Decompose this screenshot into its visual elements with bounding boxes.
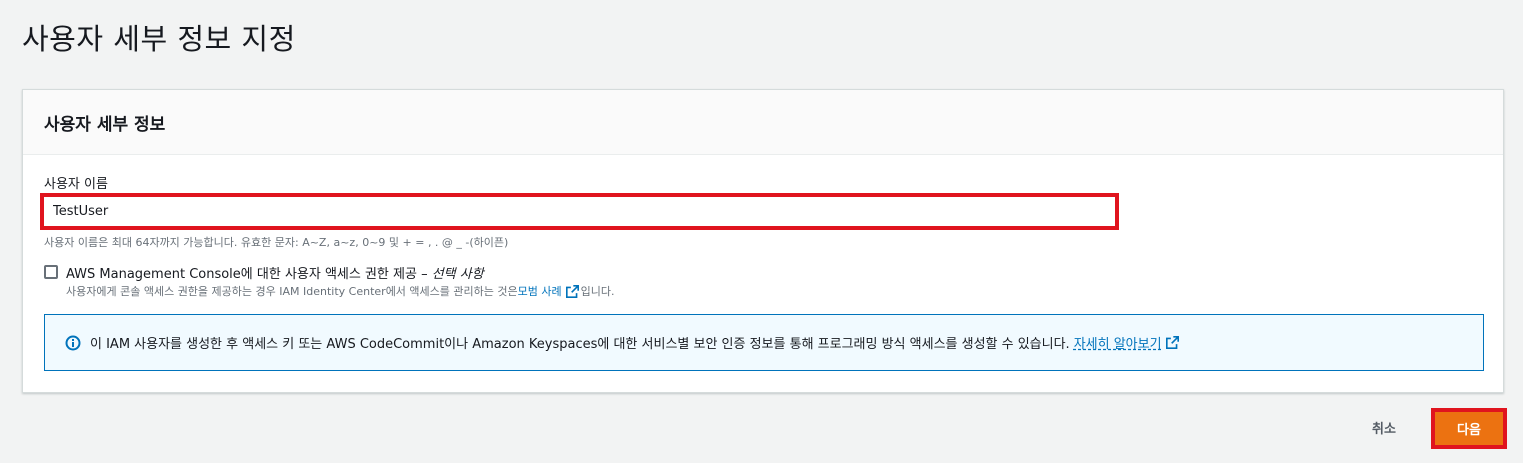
user-details-panel: 사용자 세부 정보 사용자 이름 사용자 이름은 최대 64자까지 가능합니다.…: [22, 89, 1504, 393]
panel-header: 사용자 세부 정보: [23, 90, 1503, 155]
console-access-desc-prefix: 사용자에게 콘솔 액세스 권한을 제공하는 경우 IAM Identity Ce…: [66, 285, 518, 298]
info-alert: 이 IAM 사용자를 생성한 후 액세스 키 또는 AWS CodeCommit…: [44, 314, 1484, 371]
cancel-button[interactable]: 취소: [1372, 418, 1396, 437]
info-icon: [65, 335, 81, 350]
page-title: 사용자 세부 정보 지정: [22, 22, 296, 56]
external-link-icon[interactable]: [1165, 336, 1179, 349]
panel-title: 사용자 세부 정보: [44, 114, 166, 135]
best-practice-link[interactable]: 모범 사례: [518, 283, 562, 299]
console-access-label[interactable]: AWS Management Console에 대한 사용자 액세스 권한 제공…: [66, 263, 484, 282]
optional-text: 선택 사항: [431, 267, 484, 282]
console-access-description: 사용자에게 콘솔 액세스 권한을 제공하는 경우 IAM Identity Ce…: [66, 283, 614, 299]
next-button[interactable]: 다음: [1435, 412, 1503, 445]
username-input[interactable]: [44, 197, 1115, 226]
info-text: 이 IAM 사용자를 생성한 후 액세스 키 또는 AWS CodeCommit…: [90, 337, 1070, 352]
console-access-desc-suffix: 입니다.: [580, 285, 615, 298]
console-access-checkbox[interactable]: [44, 265, 58, 279]
username-hint: 사용자 이름은 최대 64자까지 가능합니다. 유효한 문자: A~Z, a~z…: [44, 236, 509, 249]
console-access-label-text: AWS Management Console에 대한 사용자 액세스 권한 제공…: [66, 267, 432, 282]
learn-more-link[interactable]: 자세히 알아보기: [1074, 333, 1162, 352]
username-label: 사용자 이름: [44, 177, 108, 192]
username-input-highlight: [40, 193, 1119, 230]
external-link-icon[interactable]: [565, 284, 579, 298]
